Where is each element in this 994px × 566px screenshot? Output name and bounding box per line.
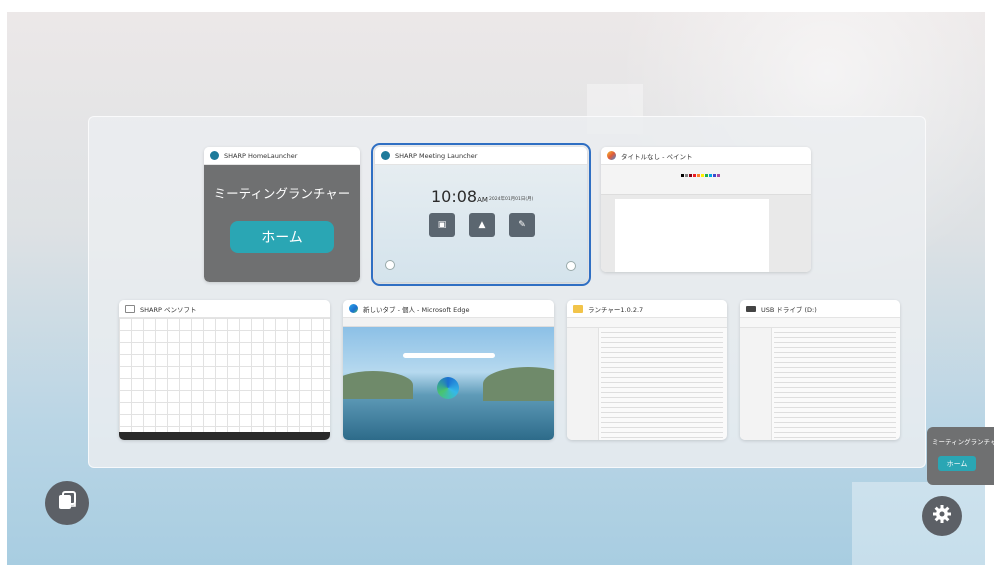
- floating-home-button[interactable]: ホーム: [938, 456, 976, 471]
- explorer-file-list: [601, 332, 723, 438]
- landscape-hill: [483, 367, 554, 401]
- card-preview: 10:08AM 2024年01月01日(月) ▣ ▲ ✎: [375, 165, 587, 282]
- card-title: SHARP ペンソフト: [140, 305, 197, 314]
- window-card-pen-soft[interactable]: SHARP ペンソフト: [119, 300, 330, 440]
- explorer-sidebar: [740, 328, 772, 440]
- explorer-file-list: [774, 332, 896, 438]
- card-header: SHARP HomeLauncher: [204, 147, 360, 165]
- edge-icon: [349, 304, 358, 313]
- whiteboard-grid: [119, 318, 330, 432]
- browser-toolbar: [343, 318, 554, 327]
- paint-icon: [607, 151, 616, 160]
- window-switch-icon: [56, 490, 78, 516]
- edge-logo-icon: [437, 377, 459, 399]
- background-decoration: [852, 482, 985, 565]
- window-card-usb-drive[interactable]: USB ドライブ (D:): [740, 300, 900, 440]
- paint-toolbar: [601, 165, 811, 195]
- usb-drive-icon: [746, 305, 756, 312]
- circle-icon: [385, 260, 395, 270]
- card-header: SHARP ペンソフト: [119, 300, 330, 318]
- explorer-sidebar: [567, 328, 599, 440]
- pen-icon: ✎: [509, 213, 535, 237]
- window-card-paint[interactable]: タイトルなし - ペイント: [601, 147, 811, 272]
- gear-icon: [932, 504, 952, 528]
- card-title: SHARP Meeting Launcher: [395, 151, 478, 160]
- window-card-meeting-launcher[interactable]: SHARP Meeting Launcher 10:08AM 2024年01月0…: [371, 143, 591, 286]
- window-switcher-panel: SHARP HomeLauncher ミーティングランチャー ホーム SHARP…: [88, 116, 926, 468]
- card-header: ランチャー1.0.2.7: [567, 300, 727, 318]
- window-card-home-launcher[interactable]: SHARP HomeLauncher ミーティングランチャー ホーム: [204, 147, 360, 282]
- window-switch-button[interactable]: [45, 481, 89, 525]
- card-preview: [601, 165, 811, 272]
- launcher-panel: ミーティングランチャー ホーム: [204, 165, 360, 282]
- circle-icon: [566, 261, 576, 271]
- card-preview: [119, 318, 330, 440]
- browser-search-box: [403, 353, 495, 358]
- paint-workspace: [601, 195, 811, 272]
- pencil-app-icon: [125, 304, 135, 313]
- explorer-ribbon: [740, 318, 900, 328]
- card-header: 新しいタブ - 個人 - Microsoft Edge: [343, 300, 554, 318]
- folder-icon: [573, 304, 583, 313]
- color-palette: [681, 174, 720, 177]
- paint-canvas: [615, 199, 769, 272]
- card-title: タイトルなし - ペイント: [621, 152, 693, 161]
- video-icon: ▣: [429, 213, 455, 237]
- clock-date: 2024年01月01日(月): [489, 197, 534, 202]
- card-preview: ミーティングランチャー ホーム: [204, 165, 360, 282]
- explorer-ribbon: [567, 318, 727, 328]
- browser-new-tab-page: [343, 327, 554, 440]
- clock-time: 10:08AM: [431, 187, 488, 206]
- card-preview: [343, 318, 554, 440]
- share-icon: ▲: [469, 213, 495, 237]
- clock-hours: 10:08: [431, 187, 478, 206]
- pen-toolbar: [119, 432, 330, 440]
- window-card-launcher-folder[interactable]: ランチャー1.0.2.7: [567, 300, 727, 440]
- card-title: ランチャー1.0.2.7: [588, 305, 644, 314]
- window-card-edge[interactable]: 新しいタブ - 個人 - Microsoft Edge: [343, 300, 554, 440]
- settings-button[interactable]: [922, 496, 962, 536]
- card-title: 新しいタブ - 個人 - Microsoft Edge: [363, 305, 470, 314]
- home-button[interactable]: ホーム: [230, 221, 334, 253]
- sharp-launcher-icon: [381, 151, 390, 160]
- card-preview: [567, 318, 727, 440]
- landscape-hill: [343, 371, 413, 399]
- card-header: SHARP Meeting Launcher: [375, 147, 587, 165]
- floating-launcher-title: ミーティングランチャー: [932, 438, 994, 446]
- card-preview: [740, 318, 900, 440]
- card-title: SHARP HomeLauncher: [224, 151, 298, 160]
- sharp-launcher-icon: [210, 151, 219, 160]
- clock-ampm: AM: [477, 196, 488, 204]
- launcher-panel-title: ミーティングランチャー: [213, 186, 351, 201]
- desktop-screen: SHARP HomeLauncher ミーティングランチャー ホーム SHARP…: [7, 12, 985, 565]
- card-header: タイトルなし - ペイント: [601, 147, 811, 165]
- card-title: USB ドライブ (D:): [761, 305, 817, 314]
- floating-launcher: ミーティングランチャー ホーム: [927, 427, 994, 485]
- card-header: USB ドライブ (D:): [740, 300, 900, 318]
